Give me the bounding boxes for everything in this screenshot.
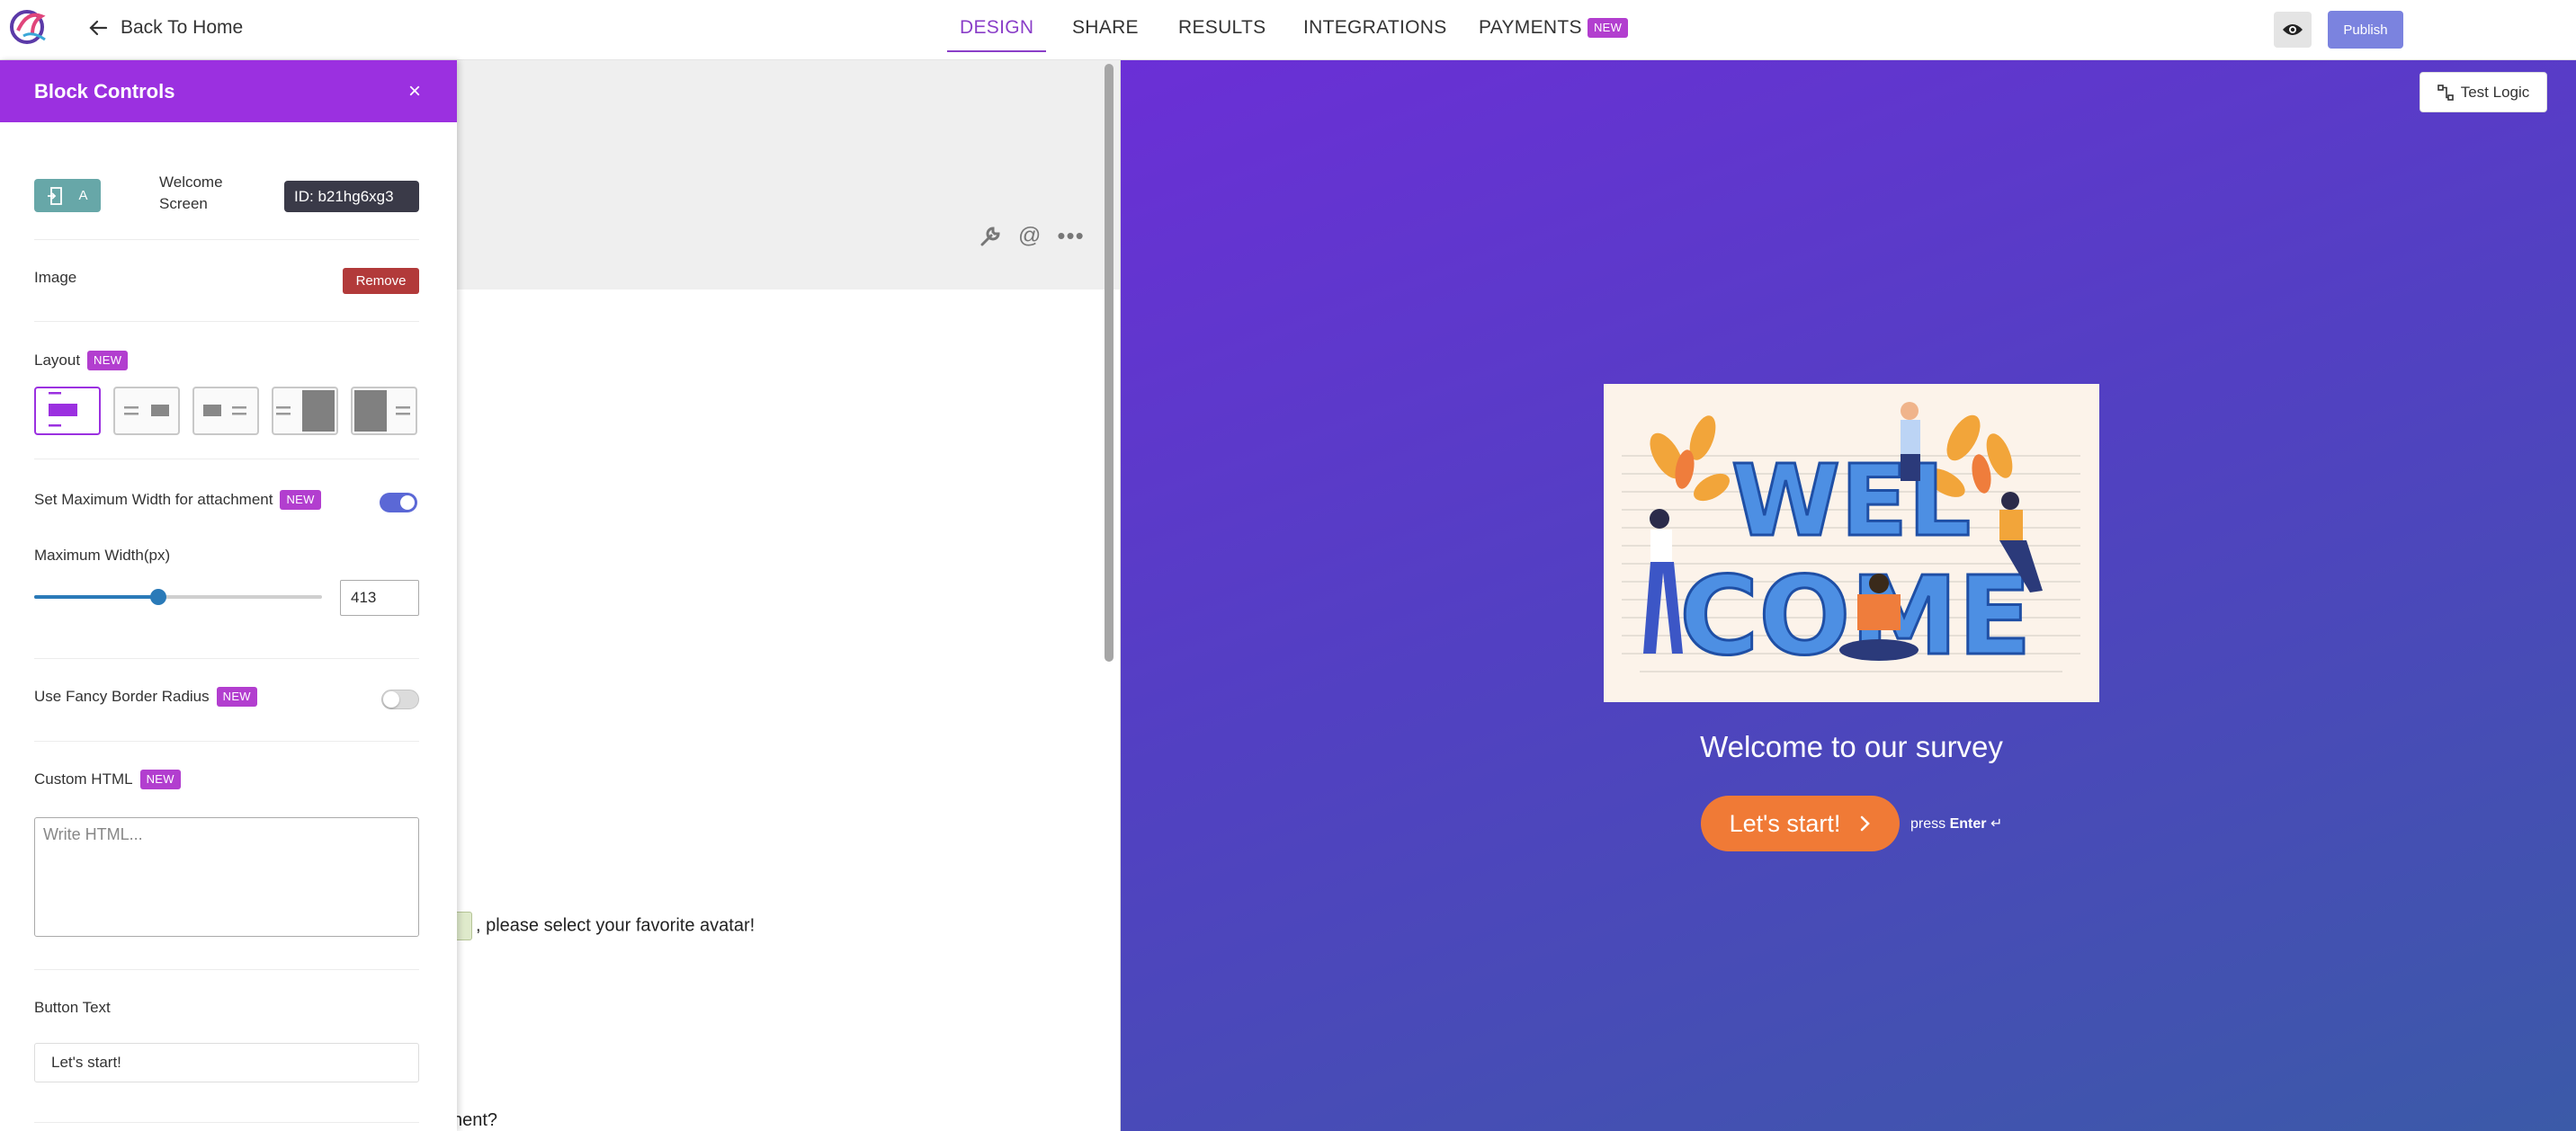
divider: [34, 658, 419, 659]
block-id-badge[interactable]: ID: b21hg6xg3: [284, 181, 419, 212]
divider: [34, 239, 419, 240]
enter-key-label: Enter: [1949, 816, 1987, 832]
welcome-illustration: WEL COME: [1604, 384, 2099, 702]
press-enter-hint: press Enter ↵: [1910, 816, 2003, 832]
remove-image-button[interactable]: Remove: [343, 268, 419, 294]
editor-text-line[interactable]: , please select your favorite avatar!: [452, 912, 755, 940]
block-controls-panel: Block Controls × A Welcome Screen ID: b2…: [0, 60, 457, 1131]
divider: [34, 321, 419, 322]
tab-design[interactable]: DESIGN: [947, 0, 1047, 52]
button-text-input[interactable]: [34, 1043, 419, 1082]
button-text-label: Button Text: [34, 999, 111, 1016]
max-width-toggle-label: Set Maximum Width for attachment: [34, 491, 273, 508]
layout-split-right-icon: [276, 390, 335, 432]
back-label: Back To Home: [121, 17, 244, 38]
more-options-icon[interactable]: •••: [1057, 222, 1084, 250]
custom-html-label: Custom HTML: [34, 770, 133, 788]
top-bar: Back To Home DESIGN SHARE RESULTS INTEGR…: [0, 0, 2576, 60]
divider: [34, 1122, 419, 1123]
start-button-label: Let's start!: [1729, 809, 1841, 837]
layout-stack-icon: [49, 392, 77, 427]
editor-scrollbar[interactable]: [1105, 64, 1114, 662]
fancy-radius-label: Use Fancy Border Radius: [34, 688, 210, 705]
max-width-input[interactable]: 413: [340, 580, 419, 616]
custom-html-textarea[interactable]: [34, 817, 419, 937]
chevron-right-icon: [1861, 815, 1871, 832]
new-badge: NEW: [1587, 18, 1629, 39]
flow-branch-icon: [2437, 84, 2454, 101]
new-badge: NEW: [139, 770, 181, 789]
illustration-word-bottom: COME: [1679, 555, 2031, 680]
custom-html-heading: Custom HTML NEW: [34, 770, 419, 789]
app-logo-icon[interactable]: [5, 4, 50, 49]
welcome-title: Welcome to our survey: [1700, 730, 2003, 763]
new-badge: NEW: [87, 351, 129, 370]
close-icon[interactable]: ×: [408, 79, 421, 104]
mention-icon[interactable]: @: [1018, 223, 1041, 249]
new-badge: NEW: [216, 687, 257, 707]
enter-return-icon: ↵: [1990, 816, 2003, 832]
tab-integrations[interactable]: INTEGRATIONS: [1303, 0, 1447, 52]
panel-title: Block Controls: [34, 79, 175, 102]
lets-start-button[interactable]: Let's start!: [1701, 796, 1900, 851]
test-logic-button[interactable]: Test Logic: [2419, 72, 2547, 112]
layout-split-left-icon: [354, 390, 410, 432]
survey-preview: Test Logic WEL COME Welcome to our surve…: [1121, 60, 2576, 1131]
slider-fill: [34, 595, 158, 599]
welcome-illustration-art: WEL COME: [1622, 402, 2080, 681]
eye-icon: [2283, 24, 2303, 35]
tab-payments[interactable]: PAYMENTS NEW: [1479, 0, 1629, 52]
layout-option-split-right[interactable]: [272, 387, 338, 435]
max-width-toggle-row: Set Maximum Width for attachment NEW: [34, 490, 419, 510]
layout-option-left-image[interactable]: [192, 387, 259, 435]
block-type-label: Welcome Screen: [159, 174, 223, 212]
max-width-label: Maximum Width(px): [34, 547, 171, 564]
layout-left-image-icon: [203, 405, 246, 416]
test-logic-label: Test Logic: [2460, 83, 2530, 101]
panel-header: Block Controls ×: [0, 60, 457, 122]
enter-door-icon: [48, 186, 63, 205]
illustration-word-top: WEL: [1731, 443, 1972, 558]
layout-label: Layout: [34, 352, 81, 369]
max-width-toggle[interactable]: [380, 493, 417, 512]
publish-button[interactable]: Publish: [2328, 11, 2403, 49]
fancy-radius-toggle[interactable]: [381, 690, 419, 709]
block-toolbar: @ •••: [979, 222, 1085, 250]
block-type-icon: A: [34, 179, 101, 212]
divider: [34, 741, 419, 742]
layout-right-image-icon: [124, 405, 169, 416]
block-icon-letter: A: [78, 188, 88, 203]
new-badge: NEW: [280, 490, 321, 510]
layout-heading: Layout NEW: [34, 351, 419, 370]
slider-thumb[interactable]: [149, 589, 166, 605]
wrench-icon[interactable]: [979, 225, 1002, 248]
max-width-slider[interactable]: [34, 589, 322, 605]
fancy-radius-row: Use Fancy Border Radius NEW: [34, 687, 419, 707]
layout-option-stack[interactable]: [34, 387, 101, 435]
divider: [34, 969, 419, 970]
tab-share[interactable]: SHARE: [1072, 0, 1139, 52]
arrow-left-icon: [89, 20, 108, 36]
tab-results[interactable]: RESULTS: [1178, 0, 1266, 52]
layout-option-right-image[interactable]: [113, 387, 180, 435]
preview-button[interactable]: [2274, 12, 2312, 48]
back-to-home-link[interactable]: Back To Home: [88, 14, 243, 41]
editor-text-line[interactable]: nent?: [452, 1110, 497, 1131]
layout-option-split-left[interactable]: [351, 387, 417, 435]
